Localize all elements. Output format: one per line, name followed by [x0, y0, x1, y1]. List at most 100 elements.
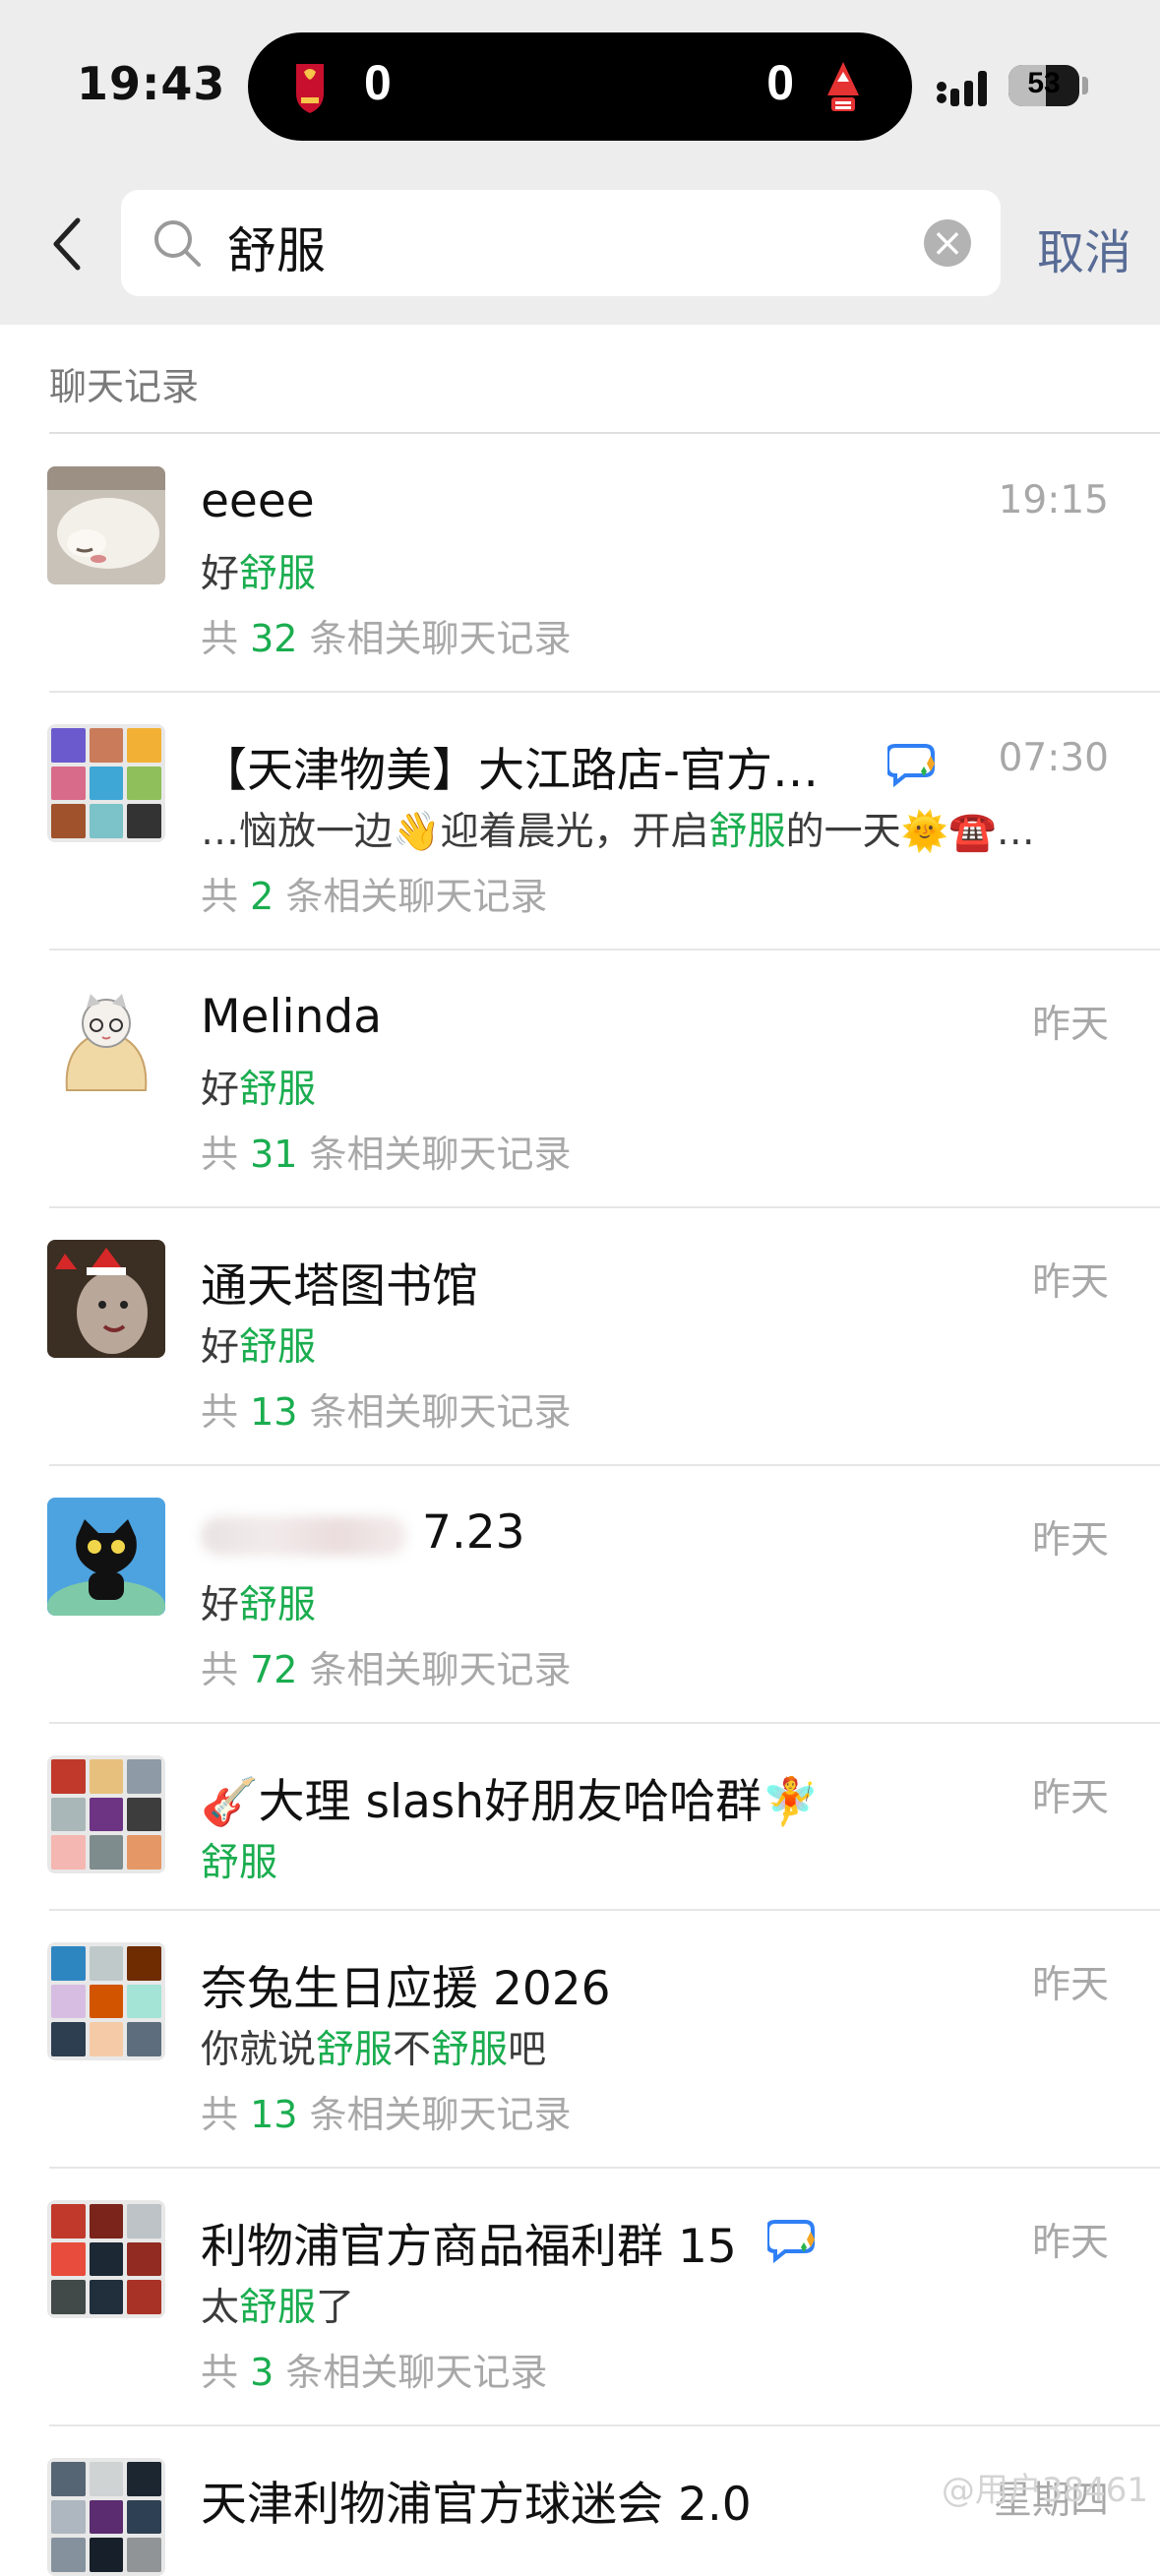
group-member-thumb: [89, 728, 124, 763]
keyword-highlight: 舒服: [239, 1325, 317, 1370]
group-avatar-grid: [47, 2458, 165, 2576]
chat-result-row[interactable]: eeee 19:15 好舒服共 32 条相关聊天记录: [0, 435, 1160, 693]
group-member-thumb: [51, 1797, 86, 1832]
group-member-thumb: [89, 1759, 124, 1794]
avatar[interactable]: [47, 982, 165, 1100]
related-records-count: 共 31 条相关聊天记录: [201, 1124, 572, 1178]
related-records-count: 共 13 条相关聊天记录: [201, 1381, 572, 1436]
snippet-text: 太: [201, 2286, 240, 2330]
avatar[interactable]: [47, 2200, 165, 2318]
search-header: 舒服 × 取消: [0, 172, 1160, 325]
group-avatar-grid: [47, 1755, 165, 1873]
group-member-thumb: [127, 2462, 161, 2496]
cat-in-blanket-image: [65, 994, 148, 1091]
group-member-thumb: [89, 766, 124, 801]
group-member-thumb: [51, 2538, 86, 2572]
group-member-thumb: [51, 1984, 86, 2019]
chat-result-row[interactable]: 奈兔生日应援 2026 昨天 你就说舒服不舒服吧共 13 条相关聊天记录: [0, 1911, 1160, 2169]
avatar[interactable]: [47, 1240, 165, 1358]
liverpool-crest-icon: [296, 64, 324, 113]
keyword-highlight: 舒服: [708, 810, 786, 854]
group-member-thumb: [127, 1946, 161, 1981]
snippet-text: 不: [393, 2028, 432, 2072]
group-member-thumb: [51, 2204, 86, 2239]
group-member-thumb: [89, 2022, 124, 2056]
battery-tip: [1082, 77, 1088, 94]
chat-result-row[interactable]: 通天塔图书馆 昨天 好舒服共 13 条相关聊天记录: [0, 1208, 1160, 1466]
snippet-text: 好: [201, 1325, 240, 1370]
group-avatar-grid: [47, 724, 165, 842]
group-member-thumb: [127, 2241, 161, 2277]
count-suffix: 条相关聊天记录: [297, 2093, 572, 2136]
section-divider: [49, 432, 1160, 434]
avatar[interactable]: [47, 1755, 165, 1873]
message-snippet: 你就说舒服不舒服吧: [201, 2019, 546, 2074]
group-member-thumb: [127, 1835, 161, 1870]
chat-name: 7.23: [201, 1505, 525, 1560]
snippet-text: 你就说: [201, 2028, 317, 2072]
clear-search-button[interactable]: ×: [924, 219, 971, 267]
back-button[interactable]: [39, 210, 94, 278]
ai-chat-bubble-icon: [887, 744, 935, 787]
chat-result-row[interactable]: 7.23 昨天 好舒服共 72 条相关聊天记录: [0, 1466, 1160, 1724]
avatar[interactable]: [47, 466, 165, 584]
ai-chat-bubble-icon: [767, 2220, 815, 2263]
close-icon: ×: [931, 220, 964, 266]
chat-time: 昨天: [1031, 1963, 1109, 2007]
group-member-thumb: [127, 1759, 161, 1794]
group-member-thumb: [89, 1835, 124, 1870]
avatar[interactable]: [47, 1498, 165, 1616]
group-member-thumb: [89, 2538, 124, 2572]
chat-result-row[interactable]: 利物浦官方商品福利群 15 昨天 太舒服了共 3 条相关聊天记录: [0, 2169, 1160, 2426]
avatar[interactable]: [47, 724, 165, 842]
count-prefix: 共: [201, 1133, 251, 1176]
group-member-thumb: [51, 1759, 86, 1794]
snippet-text: 好: [201, 1583, 240, 1627]
group-member-thumb: [51, 1946, 86, 1981]
chat-result-row[interactable]: 🎸大理 slash好朋友哈哈群🧚 昨天 舒服: [0, 1724, 1160, 1911]
avatar[interactable]: [47, 2458, 165, 2576]
group-avatar-grid: [47, 2200, 165, 2318]
chat-result-row[interactable]: 【天津物美】大江路店-官方… 07:30 …恼放一边👋迎着晨光，开启舒服的一天🌞☎️…: [0, 693, 1160, 951]
count-prefix: 共: [201, 875, 251, 918]
group-member-thumb: [127, 1797, 161, 1832]
related-records-count: 共 13 条相关聊天记录: [201, 2084, 572, 2138]
count-suffix: 条相关聊天记录: [297, 1390, 572, 1434]
group-member-thumb: [127, 2022, 161, 2056]
count-number: 2: [250, 875, 275, 918]
related-records-count: 共 3 条相关聊天记录: [201, 2342, 547, 2396]
group-member-thumb: [51, 766, 86, 801]
snippet-text: …恼放一边👋迎着晨光，开启: [201, 810, 709, 854]
count-suffix: 条相关聊天记录: [274, 2351, 548, 2394]
search-query-text[interactable]: 舒服: [227, 212, 326, 282]
cancel-button[interactable]: 取消: [1037, 214, 1131, 282]
chat-time: 19:15: [998, 478, 1109, 522]
chevron-left-icon: [53, 217, 81, 271]
group-member-thumb: [89, 2462, 124, 2496]
group-member-thumb: [89, 2204, 124, 2239]
group-member-thumb: [51, 2022, 86, 2056]
chat-result-row[interactable]: Melinda 昨天 好舒服共 31 条相关聊天记录: [0, 951, 1160, 1208]
search-input[interactable]: 舒服 ×: [121, 190, 1001, 296]
count-number: 32: [250, 617, 298, 660]
avatar[interactable]: [47, 1942, 165, 2060]
group-member-thumb: [127, 1984, 161, 2019]
count-number: 13: [250, 1390, 298, 1434]
group-member-thumb: [51, 2499, 86, 2535]
group-member-thumb: [51, 2280, 86, 2314]
chat-time: 昨天: [1031, 2221, 1109, 2265]
snippet-text: 好: [201, 552, 240, 596]
home-score: 0: [364, 55, 392, 110]
live-activity-scoreboard[interactable]: 0 0: [248, 32, 912, 141]
related-records-count: 共 32 条相关聊天记录: [201, 608, 572, 662]
count-suffix: 条相关聊天记录: [297, 1133, 572, 1176]
status-bar: 19:43 0 0 53: [0, 0, 1160, 172]
group-member-thumb: [127, 2538, 161, 2572]
group-member-thumb: [51, 804, 86, 838]
chat-time: 昨天: [1031, 1003, 1109, 1047]
related-records-count: 共 72 条相关聊天记录: [201, 1639, 572, 1693]
group-member-thumb: [127, 728, 161, 763]
group-member-thumb: [127, 2280, 161, 2314]
nottingham-forest-crest-icon: [827, 62, 859, 111]
chat-name: eeee: [201, 474, 315, 528]
